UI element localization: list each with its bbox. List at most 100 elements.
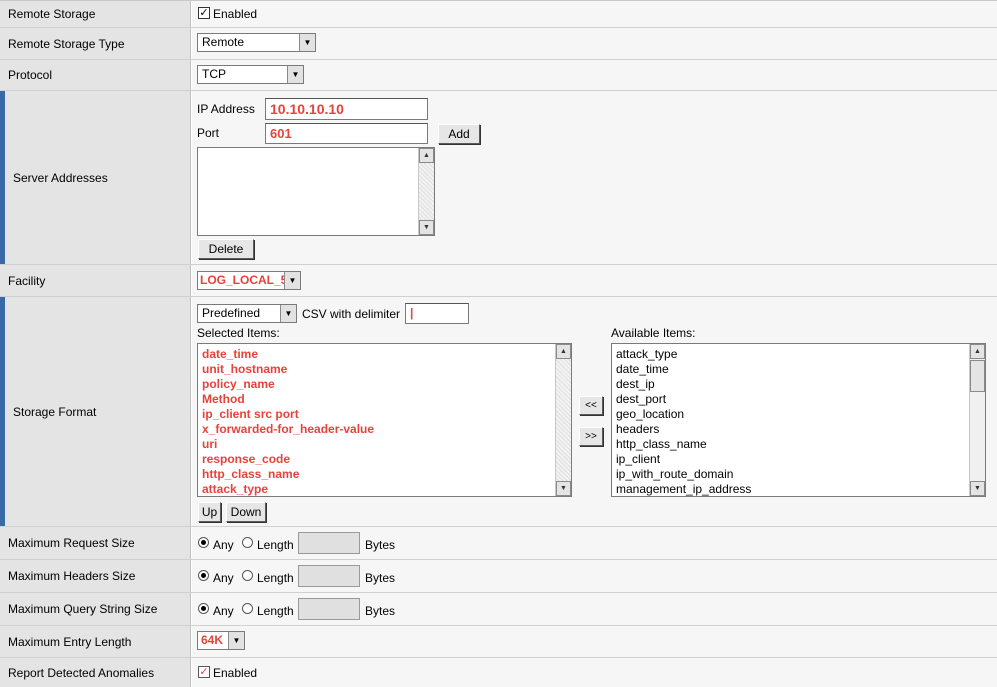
list-item[interactable]: geo_location [616,407,751,422]
move-up-button[interactable]: Up [198,502,221,522]
remote-storage-type-label: Remote Storage Type [0,28,191,59]
list-item[interactable]: management_ip_address [616,482,751,496]
max-request-size-label: Maximum Request Size [0,527,191,559]
server-address-list[interactable]: ▲ ▼ [197,147,435,236]
entry-length-select[interactable]: 64K ▼ [197,631,245,650]
request-bytes-label: Bytes [365,538,396,552]
list-item[interactable]: date_time [616,362,751,377]
chevron-down-icon: ▼ [299,34,315,51]
facility-value: LOG_LOCAL_5 [200,273,288,287]
chevron-down-icon: ▼ [287,66,303,83]
delimiter-input[interactable]: | [405,303,469,324]
list-item[interactable]: response_code [202,452,374,467]
query-any-radio[interactable] [198,603,209,614]
remote-storage-type-select[interactable]: Remote ▼ [197,33,316,52]
query-bytes-label: Bytes [365,604,396,618]
chevron-down-icon: ▼ [284,272,300,289]
list-item[interactable]: policy_name [202,377,374,392]
delete-button[interactable]: Delete [198,239,254,259]
row-max-entry-length: Maximum Entry Length 64K ▼ [0,626,997,658]
list-item[interactable]: Method [202,392,374,407]
storage-format-label: Storage Format [0,297,191,526]
row-server-addresses: Server Addresses IP Address 10.10.10.10 … [0,91,997,265]
row-max-headers-size: Maximum Headers Size Any Length Bytes [0,560,997,593]
report-anomalies-checkbox[interactable]: ✓ [198,666,210,678]
request-length-label: Length [257,538,294,552]
request-any-radio[interactable] [198,537,209,548]
selected-items-list[interactable]: date_time unit_hostname policy_name Method i… [197,343,572,497]
row-protocol: Protocol TCP ▼ [0,60,997,91]
remote-storage-checkbox[interactable]: ✓ [198,7,210,19]
list-item[interactable]: unit_hostname [202,362,374,377]
headers-bytes-label: Bytes [365,571,396,585]
list-item[interactable]: date_time [202,347,374,362]
available-items-list[interactable]: attack_type date_time dest_ip dest_port geo_… [611,343,986,497]
scroll-thumb[interactable] [970,360,985,392]
chevron-down-icon: ▼ [280,305,296,322]
port-label: Port [197,126,220,140]
format-type-select[interactable]: Predefined ▼ [197,304,297,323]
add-button[interactable]: Add [438,124,480,144]
port-input[interactable]: 601 [265,123,428,144]
headers-length-label: Length [257,571,294,585]
available-items-container: attack_type date_time dest_ip dest_port geo_… [616,347,751,496]
ip-address-input[interactable]: 10.10.10.10 [265,98,428,120]
move-to-available-button[interactable]: >> [579,427,603,446]
list-item[interactable]: dest_ip [616,377,751,392]
list-item[interactable]: ip_client [616,452,751,467]
list-item[interactable]: headers [616,422,751,437]
scroll-up-icon[interactable]: ▲ [970,344,985,359]
remote-storage-enabled-label: Enabled [213,7,258,21]
server-addresses-label: Server Addresses [0,91,191,264]
list-item[interactable]: ip_client src port [202,407,374,422]
list-item[interactable]: attack_type [202,482,374,496]
entry-length-value: 64K [201,633,224,647]
scroll-down-icon[interactable]: ▼ [556,481,571,496]
headers-any-radio[interactable] [198,570,209,581]
facility-select[interactable]: LOG_LOCAL_5 ▼ [197,271,301,290]
list-item[interactable]: http_class_name [202,467,374,482]
scroll-up-icon[interactable]: ▲ [556,344,571,359]
available-items-title: Available Items: [611,326,696,340]
chevron-down-icon: ▼ [228,632,244,649]
move-to-selected-button[interactable]: << [579,396,603,415]
row-max-query-string-size: Maximum Query String Size Any Length Byt… [0,593,997,626]
headers-length-input[interactable] [298,565,360,587]
selected-items-title: Selected Items: [197,326,280,340]
selected-list-scrollbar[interactable]: ▲ ▼ [555,344,571,496]
remote-storage-label: Remote Storage [0,1,191,27]
headers-length-radio[interactable] [242,570,253,581]
max-query-string-size-label: Maximum Query String Size [0,593,191,625]
list-item[interactable]: ip_with_route_domain [616,467,751,482]
scroll-down-icon[interactable]: ▼ [419,220,434,235]
list-item[interactable]: http_class_name [616,437,751,452]
row-storage-format: Storage Format Predefined ▼ CSV with del… [0,297,997,527]
row-facility: Facility LOG_LOCAL_5 ▼ [0,265,997,297]
csv-delimiter-label: CSV with delimiter [302,307,401,321]
facility-label: Facility [0,265,191,296]
request-length-radio[interactable] [242,537,253,548]
remote-logging-form: Remote Storage ✓ Enabled Remote Storage … [0,0,997,687]
list-item[interactable]: attack_type [616,347,751,362]
scroll-down-icon[interactable]: ▼ [970,481,985,496]
max-entry-length-label: Maximum Entry Length [0,626,191,657]
protocol-value: TCP [202,67,226,81]
headers-any-label: Any [213,571,234,585]
list-item[interactable]: dest_port [616,392,751,407]
row-max-request-size: Maximum Request Size Any Length Bytes [0,527,997,560]
request-length-input[interactable] [298,532,360,554]
query-length-input[interactable] [298,598,360,620]
query-length-radio[interactable] [242,603,253,614]
available-list-scrollbar[interactable]: ▲ ▼ [969,344,985,496]
move-down-button[interactable]: Down [226,502,266,522]
row-report-anomalies: Report Detected Anomalies ✓ Enabled [0,658,997,687]
list-item[interactable]: uri [202,437,374,452]
report-anomalies-enabled-label: Enabled [213,666,258,680]
report-anomalies-label: Report Detected Anomalies [0,658,191,687]
server-list-scrollbar[interactable]: ▲ ▼ [418,148,434,235]
query-any-label: Any [213,604,234,618]
list-item[interactable]: x_forwarded-for_header-value [202,422,374,437]
request-any-label: Any [213,538,234,552]
scroll-up-icon[interactable]: ▲ [419,148,434,163]
protocol-select[interactable]: TCP ▼ [197,65,304,84]
